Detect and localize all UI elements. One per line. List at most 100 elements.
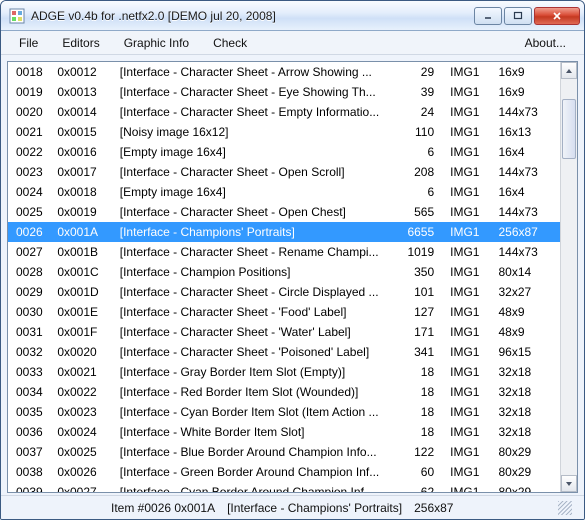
table-row[interactable]: 00230x0017[Interface - Character Sheet -… [8,162,560,182]
menu-file[interactable]: File [7,33,50,53]
cell-idx: 0036 [8,422,53,442]
cell-img: IMG1 [446,302,494,322]
table-row[interactable]: 00360x0024[Interface - White Border Item… [8,422,560,442]
cell-hex: 0x0016 [53,142,115,162]
cell-idx: 0031 [8,322,53,342]
cell-idx: 0020 [8,102,53,122]
table-row[interactable]: 00370x0025[Interface - Blue Border Aroun… [8,442,560,462]
list-view[interactable]: 00180x0012[Interface - Character Sheet -… [8,62,560,492]
cell-desc: [Interface - Character Sheet - 'Food' La… [116,302,396,322]
menu-check[interactable]: Check [201,33,259,53]
cell-hex: 0x0014 [53,102,115,122]
table-row[interactable]: 00270x001B[Interface - Character Sheet -… [8,242,560,262]
scroll-track[interactable] [561,79,577,475]
close-button[interactable] [534,7,580,25]
table-row[interactable]: 00330x0021[Interface - Gray Border Item … [8,362,560,382]
cell-desc: [Interface - Cyan Border Around Champion… [116,482,396,492]
table-row[interactable]: 00240x0018[Empty image 16x4]6IMG116x4 [8,182,560,202]
table-row[interactable]: 00250x0019[Interface - Character Sheet -… [8,202,560,222]
cell-img: IMG1 [446,402,494,422]
status-desc: [Interface - Champions' Portraits] [227,501,402,515]
cell-num: 39 [396,82,446,102]
cell-desc: [Interface - Gray Border Item Slot (Empt… [116,362,396,382]
cell-hex: 0x001D [53,282,115,302]
cell-num: 18 [396,382,446,402]
cell-num: 18 [396,422,446,442]
cell-dim: 80x14 [494,262,560,282]
cell-dim: 144x73 [494,242,560,262]
cell-idx: 0030 [8,302,53,322]
table-row[interactable]: 00210x0015[Noisy image 16x12]110IMG116x1… [8,122,560,142]
menu-editors[interactable]: Editors [50,33,111,53]
cell-dim: 32x18 [494,382,560,402]
cell-idx: 0024 [8,182,53,202]
cell-desc: [Interface - Character Sheet - 'Water' L… [116,322,396,342]
cell-dim: 16x9 [494,62,560,82]
cell-desc: [Noisy image 16x12] [116,122,396,142]
cell-img: IMG1 [446,342,494,362]
cell-dim: 144x73 [494,102,560,122]
table-row[interactable]: 00320x0020[Interface - Character Sheet -… [8,342,560,362]
cell-hex: 0x0017 [53,162,115,182]
table-row[interactable]: 00220x0016[Empty image 16x4]6IMG116x4 [8,142,560,162]
cell-hex: 0x001A [53,222,115,242]
app-icon [9,8,25,24]
cell-img: IMG1 [446,102,494,122]
titlebar[interactable]: ADGE v0.4b for .netfx2.0 [DEMO jul 20, 2… [1,1,584,31]
cell-desc: [Interface - Green Border Around Champio… [116,462,396,482]
cell-num: 1019 [396,242,446,262]
table-row[interactable]: 00280x001C[Interface - Champion Position… [8,262,560,282]
cell-idx: 0029 [8,282,53,302]
scroll-down-button[interactable] [561,475,577,492]
scroll-thumb[interactable] [562,99,576,159]
table-row[interactable]: 00180x0012[Interface - Character Sheet -… [8,62,560,82]
table-row[interactable]: 00200x0014[Interface - Character Sheet -… [8,102,560,122]
menubar: File Editors Graphic Info Check About... [1,31,584,55]
table-row[interactable]: 00190x0013[Interface - Character Sheet -… [8,82,560,102]
cell-num: 18 [396,362,446,382]
cell-desc: [Empty image 16x4] [116,182,396,202]
resize-grip-icon[interactable] [558,501,572,515]
cell-desc: [Interface - Character Sheet - Arrow Sho… [116,62,396,82]
cell-img: IMG1 [446,162,494,182]
table-row[interactable]: 00290x001D[Interface - Character Sheet -… [8,282,560,302]
cell-idx: 0025 [8,202,53,222]
cell-img: IMG1 [446,262,494,282]
cell-img: IMG1 [446,82,494,102]
cell-num: 350 [396,262,446,282]
cell-dim: 144x73 [494,202,560,222]
menu-graphic-info[interactable]: Graphic Info [112,33,201,53]
cell-idx: 0027 [8,242,53,262]
table-row[interactable]: 00340x0022[Interface - Red Border Item S… [8,382,560,402]
vertical-scrollbar[interactable] [560,62,577,492]
table-row[interactable]: 00380x0026[Interface - Green Border Arou… [8,462,560,482]
cell-img: IMG1 [446,222,494,242]
cell-idx: 0034 [8,382,53,402]
menu-about[interactable]: About... [513,33,578,53]
table-row[interactable]: 00390x0027[Interface - Cyan Border Aroun… [8,482,560,492]
maximize-button[interactable] [504,7,532,25]
cell-idx: 0028 [8,262,53,282]
cell-num: 208 [396,162,446,182]
cell-img: IMG1 [446,382,494,402]
cell-img: IMG1 [446,122,494,142]
table-row[interactable]: 00310x001F[Interface - Character Sheet -… [8,322,560,342]
cell-num: 101 [396,282,446,302]
table-row[interactable]: 00300x001E[Interface - Character Sheet -… [8,302,560,322]
cell-num: 18 [396,402,446,422]
cell-desc: [Interface - Blue Border Around Champion… [116,442,396,462]
content-area: 00180x0012[Interface - Character Sheet -… [7,61,578,493]
cell-dim: 32x18 [494,422,560,442]
cell-idx: 0038 [8,462,53,482]
cell-hex: 0x001B [53,242,115,262]
minimize-button[interactable] [474,7,502,25]
scroll-up-button[interactable] [561,62,577,79]
app-window: ADGE v0.4b for .netfx2.0 [DEMO jul 20, 2… [0,0,585,520]
cell-idx: 0023 [8,162,53,182]
cell-dim: 48x9 [494,302,560,322]
cell-idx: 0022 [8,142,53,162]
table-row[interactable]: 00350x0023[Interface - Cyan Border Item … [8,402,560,422]
table-row[interactable]: 00260x001A[Interface - Champions' Portra… [8,222,560,242]
status-dim: 256x87 [414,501,453,515]
cell-dim: 16x4 [494,142,560,162]
